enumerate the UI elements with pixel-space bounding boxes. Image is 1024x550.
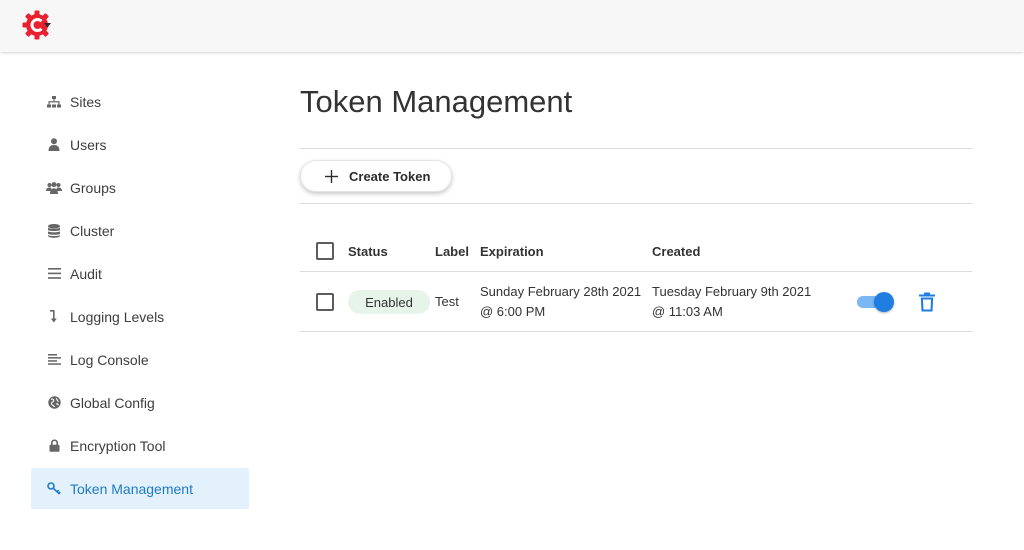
- select-all-checkbox[interactable]: [316, 242, 334, 260]
- cog-logo-icon[interactable]: [22, 9, 54, 41]
- row-checkbox[interactable]: [316, 293, 334, 311]
- user-icon: [46, 137, 62, 153]
- expiration-date: Sunday February 28th 2021: [480, 284, 642, 299]
- sidebar-item-label: Groups: [70, 179, 116, 196]
- top-bar: [0, 0, 1024, 52]
- created-date: Tuesday February 9th 2021: [652, 284, 812, 299]
- sidebar-item-global-config[interactable]: Global Config: [31, 382, 249, 423]
- sidebar-item-sites[interactable]: Sites: [31, 81, 249, 122]
- trash-icon[interactable]: [919, 292, 935, 312]
- expiration-cell: Sunday February 28th 2021 @ 6:00 PM: [480, 282, 641, 322]
- align-left-icon: [46, 352, 62, 368]
- sidebar-item-label: Encryption Tool: [70, 437, 166, 454]
- sidebar-item-logging-levels[interactable]: Logging Levels: [31, 296, 249, 337]
- sidebar-item-cluster[interactable]: Cluster: [31, 210, 249, 251]
- users-icon: [46, 180, 62, 196]
- sidebar-item-users[interactable]: Users: [31, 124, 249, 165]
- globe-icon: [46, 395, 62, 411]
- sidebar-item-label: Audit: [70, 265, 102, 282]
- sidebar-item-label: Global Config: [70, 394, 155, 411]
- sidebar-item-label: Cluster: [70, 222, 115, 239]
- table-row: Enabled Test Sunday February 28th 2021 @…: [300, 272, 972, 332]
- toggle-thumb: [874, 292, 894, 312]
- column-header-label[interactable]: Label: [435, 244, 469, 259]
- sidebar-item-audit[interactable]: Audit: [31, 253, 249, 294]
- enable-toggle[interactable]: [857, 292, 895, 312]
- table-header: Status Label Expiration Created: [300, 231, 972, 272]
- level-down-icon: [46, 309, 62, 325]
- token-label: Test: [435, 294, 459, 309]
- create-token-label: Create Token: [349, 168, 431, 184]
- sidebar-item-label: Log Console: [70, 351, 149, 368]
- sidebar-item-label: Users: [70, 136, 107, 153]
- sidebar-item-label: Token Management: [70, 480, 193, 497]
- column-header-expiration[interactable]: Expiration: [480, 244, 544, 259]
- created-cell: Tuesday February 9th 2021 @ 11:03 AM: [652, 282, 811, 322]
- create-token-button[interactable]: Create Token: [300, 160, 452, 192]
- sidebar-nav: Sites Users Groups Cluster Audit Logging…: [31, 81, 249, 511]
- page-title: Token Management: [300, 84, 573, 119]
- list-icon: [46, 266, 62, 282]
- sidebar-item-encryption-tool[interactable]: Encryption Tool: [31, 425, 249, 466]
- sidebar-item-label: Logging Levels: [70, 308, 165, 325]
- database-icon: [46, 223, 62, 239]
- sidebar-item-groups[interactable]: Groups: [31, 167, 249, 208]
- sidebar-item-label: Sites: [70, 93, 102, 110]
- created-time: @ 11:03 AM: [652, 304, 723, 319]
- key-icon: [46, 481, 62, 497]
- status-badge: Enabled: [348, 290, 430, 314]
- sidebar-item-token-management[interactable]: Token Management: [31, 468, 249, 509]
- expiration-time: @ 6:00 PM: [480, 304, 546, 319]
- plus-icon: [325, 169, 338, 183]
- sidebar-item-log-console[interactable]: Log Console: [31, 339, 249, 380]
- lock-icon: [46, 438, 62, 454]
- sitemap-icon: [46, 94, 62, 110]
- column-header-status[interactable]: Status: [348, 244, 388, 259]
- main-content: Token Management Create Token Status Lab…: [300, 80, 972, 332]
- divider: [300, 203, 972, 204]
- toolbar: Create Token: [300, 149, 972, 203]
- column-header-created[interactable]: Created: [652, 244, 700, 259]
- token-table: Status Label Expiration Created Enabled …: [300, 231, 972, 332]
